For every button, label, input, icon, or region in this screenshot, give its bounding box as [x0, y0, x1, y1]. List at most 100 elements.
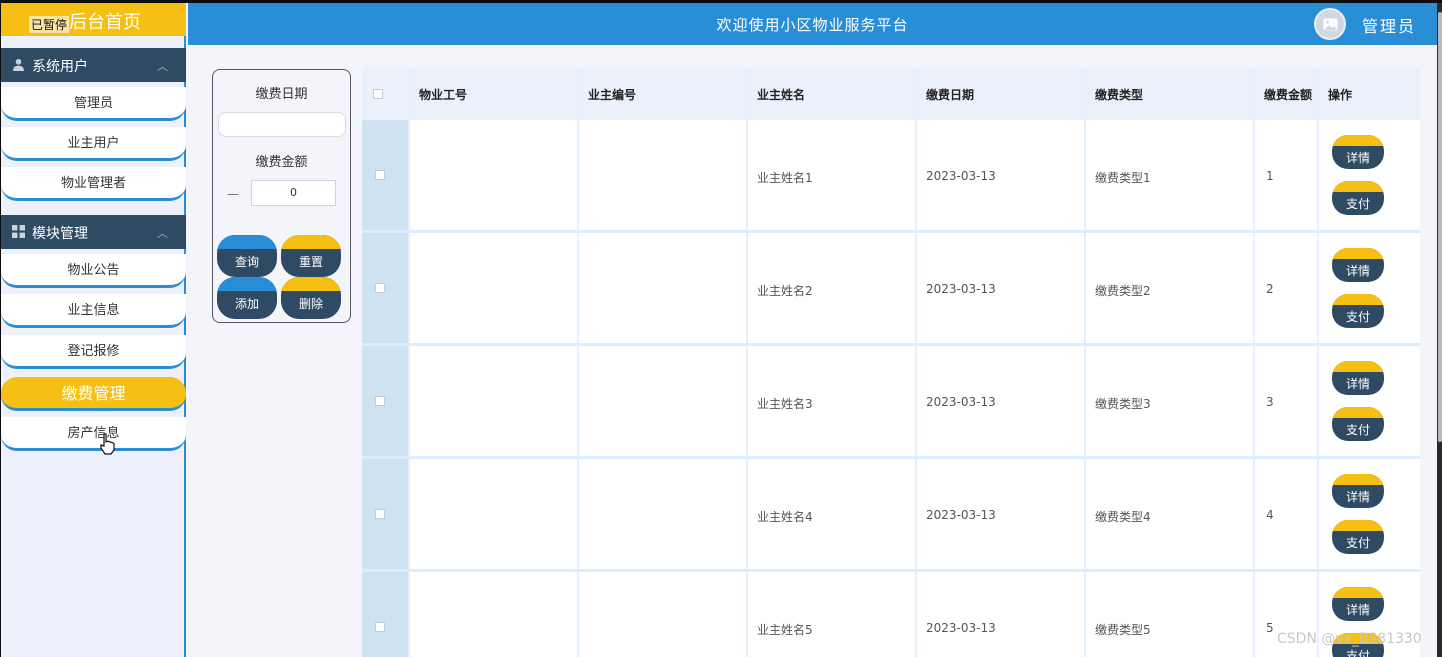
detail-button[interactable]: 详情: [1332, 587, 1384, 621]
button-cap: [217, 235, 277, 249]
button-cap: [217, 277, 277, 291]
avatar[interactable]: [1314, 8, 1346, 40]
cell-owner-name: 业主姓名2: [757, 284, 813, 298]
sidebar-item-property-managers[interactable]: 物业管理者: [1, 167, 186, 201]
row-checkbox[interactable]: [375, 283, 385, 293]
decrement-button[interactable]: —: [218, 182, 248, 207]
col-amount[interactable]: 缴费金额: [1264, 86, 1312, 103]
pay-label: 支付: [1345, 310, 1370, 324]
add-button[interactable]: 添加: [217, 277, 277, 319]
detail-button[interactable]: 详情: [1332, 474, 1384, 508]
checkbox-cell: [362, 572, 408, 657]
detail-button[interactable]: 详情: [1332, 361, 1384, 395]
delete-button[interactable]: 删除: [281, 277, 341, 319]
col-owner-no[interactable]: 业主编号: [588, 86, 636, 103]
logo-bar[interactable]: 后台首页 已暂停: [1, 3, 186, 36]
button-cap: [1332, 248, 1384, 259]
detail-label: 详情: [1345, 264, 1370, 278]
date-input[interactable]: [218, 112, 346, 137]
cell-owner-name: 业主姓名5: [757, 623, 813, 637]
group-header-module-management[interactable]: 模块管理 ︿: [1, 215, 186, 249]
cell-amount: 2: [1266, 282, 1274, 296]
row-checkbox[interactable]: [375, 170, 385, 180]
reset-button-label: 重置: [298, 255, 323, 269]
sidebar: 后台首页 已暂停 系统用户 ︿ 管理员 业主用户 物业管理者 模块管理 ︿ 物业…: [1, 3, 186, 657]
group-label: 系统用户: [32, 59, 88, 75]
top-bar: 欢迎使用小区物业服务平台 管理员: [188, 3, 1437, 45]
date-label: 缴费日期: [255, 87, 308, 102]
button-cap: [1332, 407, 1384, 418]
button-cap: [1332, 587, 1384, 598]
scrollbar-thumb[interactable]: [1438, 12, 1442, 442]
pay-button[interactable]: 支付: [1332, 294, 1384, 328]
cell-date: 2023-03-13: [926, 621, 996, 635]
table-row: 业主姓名4 2023-03-13 缴费类型4 4 详情 支付: [362, 459, 1420, 572]
cell-owner-name: 业主姓名4: [757, 510, 813, 524]
cell-type: 缴费类型1: [1095, 171, 1151, 185]
detail-label: 详情: [1345, 490, 1370, 504]
query-button[interactable]: 查询: [217, 235, 277, 277]
cell-amount: 1: [1266, 169, 1274, 183]
cell-type: 缴费类型3: [1095, 397, 1151, 411]
detail-button[interactable]: 详情: [1332, 135, 1384, 169]
amount-input[interactable]: 0: [251, 180, 336, 206]
col-date[interactable]: 缴费日期: [926, 86, 974, 103]
sidebar-item-owner-users[interactable]: 业主用户: [1, 127, 186, 161]
cell-amount: 3: [1266, 395, 1274, 409]
detail-label: 详情: [1345, 151, 1370, 165]
row-checkbox[interactable]: [375, 622, 385, 632]
button-cap: [1332, 474, 1384, 485]
cell-amount: 5: [1266, 621, 1274, 635]
cell-date: 2023-03-13: [926, 282, 996, 296]
button-cap: [1332, 135, 1384, 146]
user-icon: [13, 58, 24, 71]
reset-button[interactable]: 重置: [281, 235, 341, 277]
row-checkbox[interactable]: [375, 396, 385, 406]
table-row: 业主姓名5 2023-03-13 缴费类型5 5 详情 支付: [362, 572, 1420, 657]
detail-button[interactable]: 详情: [1332, 248, 1384, 282]
payments-table: 物业工号 业主编号 业主姓名 缴费日期 缴费类型 缴费金额 操作 业主姓名1 2…: [362, 68, 1420, 657]
pay-button[interactable]: 支付: [1332, 181, 1384, 215]
pay-button[interactable]: 支付: [1332, 520, 1384, 554]
sidebar-item-admin[interactable]: 管理员: [1, 87, 186, 121]
image-icon: [1323, 18, 1338, 31]
col-owner-name[interactable]: 业主姓名: [757, 86, 805, 103]
chevron-up-icon: ︿: [157, 60, 168, 73]
sidebar-item-property-info[interactable]: 房产信息: [1, 417, 186, 451]
paused-badge: 已暂停: [29, 16, 70, 33]
pay-label: 支付: [1345, 649, 1370, 657]
query-button-label: 查询: [234, 255, 259, 269]
sidebar-item-payments[interactable]: 缴费管理: [1, 377, 186, 411]
pay-button[interactable]: 支付: [1332, 407, 1384, 441]
home-title[interactable]: 后台首页: [69, 8, 141, 34]
button-cap: [281, 235, 341, 249]
sidebar-item-repairs[interactable]: 登记报修: [1, 335, 186, 369]
user-name[interactable]: 管理员: [1362, 13, 1416, 37]
table-row: 业主姓名1 2023-03-13 缴费类型1 1 详情 支付: [362, 120, 1420, 233]
select-all-checkbox[interactable]: [373, 89, 383, 99]
pay-label: 支付: [1345, 197, 1370, 211]
col-staff-no[interactable]: 物业工号: [419, 86, 467, 103]
col-type[interactable]: 缴费类型: [1095, 86, 1143, 103]
button-cap: [1332, 181, 1384, 192]
cell-date: 2023-03-13: [926, 169, 996, 183]
cell-date: 2023-03-13: [926, 395, 996, 409]
page-title: 欢迎使用小区物业服务平台: [716, 16, 909, 34]
cell-type: 缴费类型4: [1095, 510, 1151, 524]
sidebar-item-owner-info[interactable]: 业主信息: [1, 294, 186, 328]
checkbox-cell: [362, 120, 408, 230]
checkbox-cell: [362, 233, 408, 343]
button-cap: [281, 277, 341, 291]
delete-button-label: 删除: [298, 297, 323, 311]
row-checkbox[interactable]: [375, 509, 385, 519]
group-header-system-users[interactable]: 系统用户 ︿: [1, 48, 186, 82]
search-panel: 缴费日期 缴费金额 — 0 查询 重置 添加 删除: [212, 69, 351, 323]
sidebar-item-announcements[interactable]: 物业公告: [1, 254, 186, 288]
button-cap: [1332, 294, 1384, 305]
table-row: 业主姓名3 2023-03-13 缴费类型3 3 详情 支付: [362, 346, 1420, 459]
amount-label: 缴费金额: [255, 155, 308, 170]
watermark: CSDN @vx_BS81330: [1277, 631, 1422, 647]
cell-date: 2023-03-13: [926, 508, 996, 522]
table-header: 物业工号 业主编号 业主姓名 缴费日期 缴费类型 缴费金额 操作: [362, 68, 1420, 120]
cell-type: 缴费类型5: [1095, 623, 1151, 637]
